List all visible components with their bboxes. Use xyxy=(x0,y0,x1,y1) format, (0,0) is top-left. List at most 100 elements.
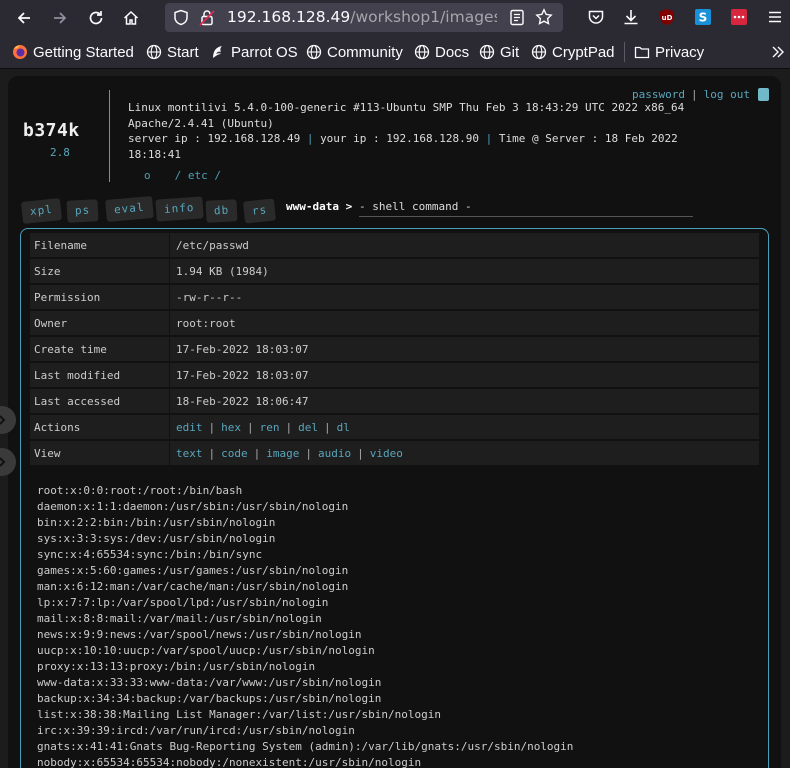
bookmark-star-icon[interactable] xyxy=(535,8,553,26)
url-path: /workshop1/images/toni xyxy=(350,8,497,26)
server-time-value: 18:18:41 xyxy=(128,147,181,161)
file-line: proxy:x:13:13:proxy:/bin:/usr/sbin/nolog… xyxy=(37,660,316,673)
view-text-link[interactable]: text xyxy=(176,447,203,460)
browser-toolbar: 192.168.128.49/workshop1/images/toni uD … xyxy=(0,0,790,35)
file-line: mail:x:8:8:mail:/var/mail:/usr/sbin/nolo… xyxy=(37,612,322,625)
info-key: Size xyxy=(34,265,61,278)
bookmark-label: Privacy xyxy=(655,43,705,61)
action-edit-link[interactable]: edit xyxy=(176,421,203,434)
view-audio-link[interactable]: audio xyxy=(318,447,351,460)
parrot-icon xyxy=(213,46,222,58)
bookmark-getting-started[interactable]: Getting Started xyxy=(12,43,134,61)
server-software-line: Apache/2.4.41 (Ubuntu) xyxy=(128,116,274,130)
file-line: www-data:x:33:33:www-data:/var/www:/usr/… xyxy=(37,676,382,689)
insecure-lock-icon[interactable] xyxy=(199,9,215,26)
path-root-link[interactable]: o xyxy=(144,169,151,182)
extension-red-button[interactable] xyxy=(728,6,750,28)
extension-s-button[interactable]: S xyxy=(692,6,714,28)
bookmark-git[interactable]: Git xyxy=(479,43,519,61)
shell-command-input[interactable]: - shell command - xyxy=(359,200,693,217)
bookmark-community[interactable]: Community xyxy=(306,43,403,61)
action-delete-link[interactable]: del xyxy=(298,421,318,434)
shell-logo: b374k xyxy=(23,120,80,141)
tab-ps[interactable]: ps xyxy=(66,199,99,223)
action-download-link[interactable]: dl xyxy=(337,421,350,434)
file-line: root:x:0:0:root:/root:/bin/bash xyxy=(37,484,243,497)
password-link[interactable]: password xyxy=(632,88,685,101)
bookmarks-overflow-button[interactable] xyxy=(770,43,790,61)
your-ip: your ip : 192.168.128.90 xyxy=(320,132,480,145)
bookmark-parrot-os[interactable]: Parrot OS xyxy=(210,43,298,61)
file-line: irc:x:39:39:ircd:/var/run/ircd:/usr/sbin… xyxy=(37,724,355,737)
view-code-link[interactable]: code xyxy=(221,447,248,460)
home-button[interactable] xyxy=(119,6,143,30)
view-image-link[interactable]: image xyxy=(266,447,299,460)
bookmark-cryptpad[interactable]: CryptPad xyxy=(531,43,615,61)
extension-red-icon xyxy=(731,9,747,25)
tab-eval[interactable]: eval xyxy=(105,196,154,222)
bookmark-docs[interactable]: Docs xyxy=(414,43,469,61)
forward-button[interactable] xyxy=(48,6,72,30)
ublock-button[interactable]: uD xyxy=(656,6,678,28)
file-line: sync:x:4:65534:sync:/bin:/bin/sync xyxy=(37,548,263,561)
info-key: Actions xyxy=(34,421,81,434)
bookmark-label: Docs xyxy=(435,43,470,61)
url-host: 192.168.128.49 xyxy=(227,8,351,26)
ublock-origin-icon: uD xyxy=(660,9,674,25)
page-viewport: b374k 2.8 Linux montilivi 5.4.0-100-gene… xyxy=(0,70,790,768)
shell-prompt: www-data > xyxy=(286,200,353,213)
ip-time-line: server ip : 192.168.128.49 | your ip : 1… xyxy=(128,131,684,147)
info-value: /etc/passwd xyxy=(176,239,249,252)
tracking-shield-icon[interactable] xyxy=(173,9,189,26)
globe-icon xyxy=(306,44,322,60)
chevron-right-icon xyxy=(0,457,6,467)
menu-square-icon[interactable] xyxy=(758,88,769,101)
info-key: Create time xyxy=(34,343,107,356)
url-text[interactable]: 192.168.128.49/workshop1/images/toni xyxy=(227,8,497,26)
firefox-icon xyxy=(13,45,27,59)
info-value: 17-Feb-2022 18:03:07 xyxy=(176,369,309,382)
downloads-button[interactable] xyxy=(620,6,642,28)
home-icon xyxy=(123,10,139,25)
file-line: games:x:5:60:games:/usr/games:/usr/sbin/… xyxy=(37,564,349,577)
svg-text:S: S xyxy=(699,11,708,25)
info-row-view: View text | code | image | audio | video xyxy=(30,441,759,465)
file-line: list:x:38:38:Mailing List Manager:/var/l… xyxy=(37,708,441,721)
info-row-permission: Permission -rw-r--r-- xyxy=(30,285,759,309)
file-line: daemon:x:1:1:daemon:/usr/sbin:/usr/sbin/… xyxy=(37,500,349,513)
tab-rs[interactable]: rs xyxy=(242,198,277,224)
folder-icon xyxy=(634,46,650,59)
tab-db[interactable]: db xyxy=(205,199,238,223)
pocket-button[interactable] xyxy=(585,6,607,28)
bookmark-start[interactable]: Start xyxy=(146,43,199,61)
url-bar[interactable]: 192.168.128.49/workshop1/images/toni xyxy=(165,3,563,32)
bookmark-label: Git xyxy=(500,43,520,61)
reload-icon xyxy=(89,11,103,25)
file-line: backup:x:34:34:backup:/var/backups:/usr/… xyxy=(37,692,382,705)
svg-text:uD: uD xyxy=(662,14,673,22)
system-info: Linux montilivi 5.4.0-100-generic #113-U… xyxy=(128,100,684,162)
tab-info[interactable]: info xyxy=(155,196,204,222)
action-hex-link[interactable]: hex xyxy=(221,421,241,434)
reader-view-icon[interactable] xyxy=(509,9,525,26)
back-button[interactable] xyxy=(12,6,36,30)
path-breadcrumb: o / etc / xyxy=(144,169,245,182)
info-row-size: Size 1.94 KB (1984) xyxy=(30,259,759,283)
action-rename-link[interactable]: ren xyxy=(260,421,280,434)
tab-xpl[interactable]: xpl xyxy=(20,198,62,224)
logout-link[interactable]: log out xyxy=(704,88,750,101)
info-key: Last modified xyxy=(34,369,121,382)
info-key: Owner xyxy=(34,317,68,330)
bookmark-separator xyxy=(624,42,625,62)
file-line: lp:x:7:7:lp:/var/spool/lpd:/usr/sbin/nol… xyxy=(37,596,329,609)
bookmark-label: Community xyxy=(327,43,403,61)
path-etc-link[interactable]: / etc / xyxy=(175,169,221,182)
view-video-link[interactable]: video xyxy=(370,447,403,460)
info-row-last-modified: Last modified 17-Feb-2022 18:03:07 xyxy=(30,363,759,387)
info-value: 18-Feb-2022 18:06:47 xyxy=(176,395,309,408)
bookmark-privacy-folder[interactable]: Privacy xyxy=(634,43,704,61)
app-menu-button[interactable] xyxy=(764,6,786,28)
info-key: View xyxy=(34,447,61,460)
reload-button[interactable] xyxy=(84,6,108,30)
bookmark-label: Start xyxy=(167,43,199,61)
